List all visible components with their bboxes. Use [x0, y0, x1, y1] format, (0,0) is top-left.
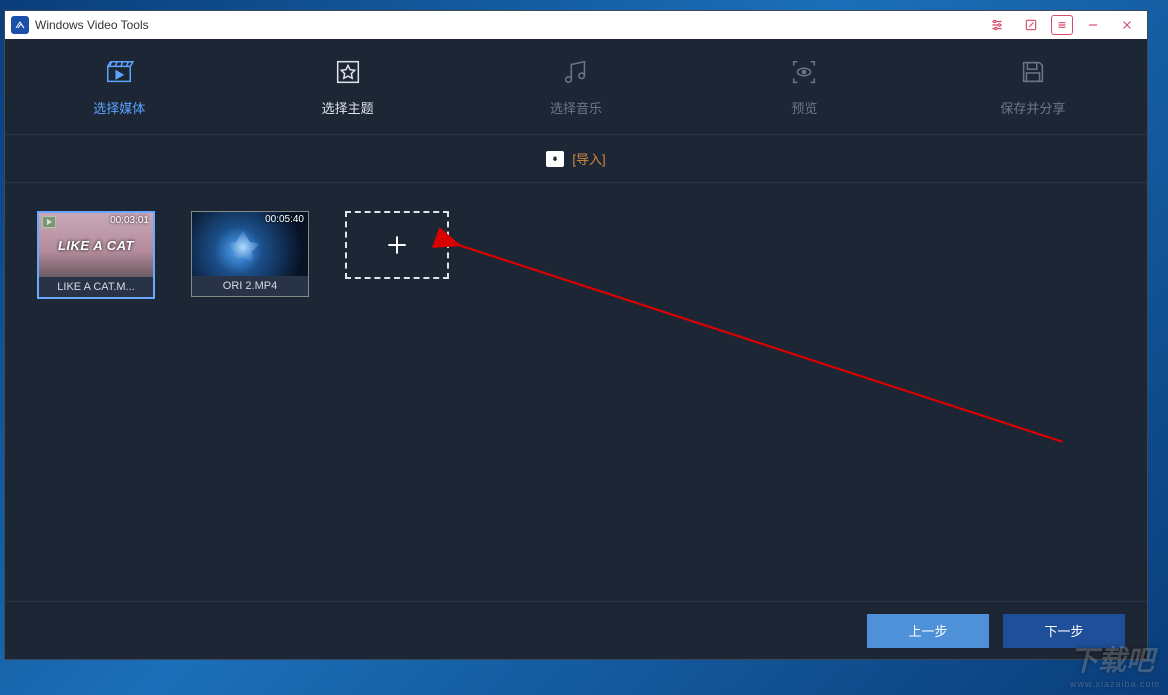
edit-icon[interactable]	[1017, 14, 1045, 36]
next-step-button[interactable]: 下一步	[1003, 614, 1125, 648]
tab-save-share[interactable]: 保存并分享	[919, 39, 1147, 134]
tab-label: 选择音乐	[550, 98, 602, 117]
app-logo	[11, 16, 29, 34]
step-tabs: 选择媒体 选择主题 选择音乐	[5, 39, 1147, 135]
thumb-overlay-text: LIKE A CAT	[39, 213, 153, 277]
window-title: Windows Video Tools	[35, 18, 149, 32]
footer-bar: 上一步 下一步	[5, 601, 1147, 659]
tab-select-theme[interactable]: 选择主题	[233, 39, 461, 134]
close-button[interactable]	[1113, 14, 1141, 36]
clapboard-icon	[103, 56, 135, 88]
tab-label: 选择媒体	[93, 98, 145, 117]
media-item[interactable]: 00:05:40 ORI 2.MP4	[191, 211, 309, 297]
import-folder-icon	[546, 151, 564, 167]
annotation-arrow	[5, 183, 1147, 601]
import-bar[interactable]: [导入]	[5, 135, 1147, 183]
tab-label: 保存并分享	[1000, 98, 1065, 117]
tab-label: 预览	[791, 98, 817, 117]
plus-icon	[384, 232, 410, 258]
add-media-slot[interactable]	[345, 211, 449, 279]
media-filename: ORI 2.MP4	[192, 276, 308, 296]
title-bar: Windows Video Tools	[5, 11, 1147, 39]
settings-sliders-icon[interactable]	[983, 14, 1011, 36]
star-frame-icon	[332, 56, 364, 88]
prev-step-button[interactable]: 上一步	[867, 614, 989, 648]
media-thumbnail: 00:03:01 LIKE A CAT	[39, 213, 153, 277]
tab-preview[interactable]: 预览	[690, 39, 918, 134]
media-filename: LIKE A CAT.M...	[39, 277, 153, 297]
app-window: Windows Video Tools	[4, 10, 1148, 660]
import-label: [导入]	[572, 149, 605, 168]
menu-list-icon[interactable]	[1051, 15, 1073, 35]
media-grid: 00:03:01 LIKE A CAT LIKE A CAT.M... 00:0…	[5, 183, 1147, 601]
tab-select-music[interactable]: 选择音乐	[462, 39, 690, 134]
focus-eye-icon	[788, 56, 820, 88]
music-note-icon	[560, 56, 592, 88]
tab-label: 选择主题	[322, 98, 374, 117]
media-duration: 00:05:40	[265, 214, 304, 225]
minimize-button[interactable]	[1079, 14, 1107, 36]
tab-select-media[interactable]: 选择媒体	[5, 39, 233, 134]
media-item[interactable]: 00:03:01 LIKE A CAT LIKE A CAT.M...	[37, 211, 155, 299]
save-icon	[1017, 56, 1049, 88]
media-thumbnail: 00:05:40	[192, 212, 308, 276]
